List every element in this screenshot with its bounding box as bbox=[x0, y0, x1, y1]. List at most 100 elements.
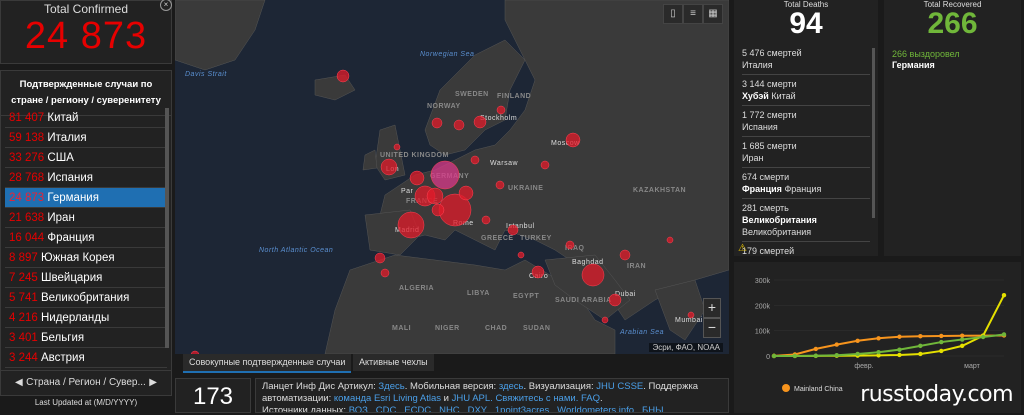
case-bubble[interactable] bbox=[431, 203, 445, 217]
country-row[interactable]: 7 245 Швейцария bbox=[5, 268, 167, 288]
case-bubble[interactable] bbox=[565, 240, 575, 250]
series-point bbox=[918, 351, 923, 357]
country-row[interactable]: 59 138 Италия bbox=[5, 128, 167, 148]
footer-label[interactable]: Страна / Регион / Сувер... bbox=[26, 377, 146, 388]
tab-cumulative[interactable]: Совокупные подтвержденные случаи bbox=[183, 354, 352, 373]
series-point bbox=[834, 342, 839, 347]
x-tick-label: март bbox=[964, 363, 980, 370]
case-bubble[interactable] bbox=[380, 158, 398, 176]
scrollbar[interactable] bbox=[165, 108, 169, 348]
info-link[interactable]: . Свяжитесь с нами bbox=[490, 393, 576, 404]
total-recovered-value: 266 bbox=[927, 7, 978, 40]
country-count: 28 768 bbox=[9, 172, 45, 184]
case-bubble[interactable] bbox=[409, 170, 425, 186]
recovered-country: Германия bbox=[892, 60, 935, 70]
case-bubble[interactable] bbox=[374, 252, 386, 264]
y-tick-label: 200k bbox=[755, 303, 771, 310]
next-arrow-icon[interactable]: ▶ bbox=[149, 371, 157, 395]
case-bubble[interactable] bbox=[581, 263, 605, 287]
iceland-landmass bbox=[314, 74, 356, 101]
prev-arrow-icon[interactable]: ◀ bbox=[15, 371, 23, 395]
series-point bbox=[918, 334, 923, 339]
country-count: 8 897 bbox=[9, 252, 38, 264]
case-bubble[interactable] bbox=[565, 132, 581, 148]
case-bubble[interactable] bbox=[458, 185, 474, 201]
case-bubble[interactable] bbox=[470, 155, 480, 165]
country-row[interactable]: 5 741 Великобритания bbox=[5, 288, 167, 308]
qr-icon[interactable]: ▦ bbox=[703, 4, 723, 24]
series-point bbox=[876, 336, 881, 341]
info-link[interactable]: Здесь bbox=[378, 381, 404, 392]
death-entry[interactable]: 5 476 смертей Италия bbox=[742, 44, 870, 75]
case-bubble[interactable] bbox=[495, 180, 505, 190]
series-point bbox=[855, 351, 860, 357]
case-bubble[interactable] bbox=[496, 105, 506, 115]
death-entry[interactable]: 1 685 смерти Иран bbox=[742, 137, 870, 168]
deaths-list: 5 476 смертей Италия 3 144 смерти Хубэй Кит… bbox=[734, 44, 878, 256]
death-entry[interactable]: 674 смерти Франция Франция bbox=[742, 168, 870, 199]
case-bubble[interactable] bbox=[430, 160, 460, 190]
info-text: . Визуализация: bbox=[523, 381, 594, 392]
country-row[interactable]: 21 638 Иран bbox=[5, 208, 167, 228]
info-link[interactable]: . FAQ bbox=[576, 393, 600, 404]
case-bubble[interactable] bbox=[426, 187, 444, 205]
list-icon[interactable]: ≡ bbox=[683, 4, 703, 24]
case-bubble[interactable] bbox=[336, 69, 350, 83]
info-text: и bbox=[443, 393, 449, 404]
case-bubble[interactable] bbox=[687, 311, 695, 319]
case-bubble[interactable] bbox=[666, 236, 674, 244]
country-label: NIGER bbox=[435, 325, 460, 332]
country-row[interactable]: 16 044 Франция bbox=[5, 228, 167, 248]
case-bubble[interactable] bbox=[397, 211, 425, 239]
bookmark-icon[interactable]: ▯ bbox=[663, 4, 683, 24]
series-point bbox=[876, 350, 881, 355]
case-bubble[interactable] bbox=[531, 265, 545, 279]
death-entry[interactable]: 1 772 смерти Испания bbox=[742, 106, 870, 137]
country-row[interactable]: 28 768 Испания bbox=[5, 168, 167, 188]
legend-label: Mainland China bbox=[794, 386, 843, 393]
case-bubble[interactable] bbox=[608, 293, 622, 307]
country-row[interactable]: 3 401 Бельгия bbox=[5, 328, 167, 348]
zoom-out-button[interactable]: − bbox=[703, 318, 721, 338]
country-row[interactable]: 33 276 США bbox=[5, 148, 167, 168]
zoom-in-button[interactable]: + bbox=[703, 298, 721, 318]
country-row[interactable]: 4 216 Нидерланды bbox=[5, 308, 167, 328]
case-bubble[interactable] bbox=[619, 249, 631, 261]
country-name: Германия bbox=[47, 192, 99, 204]
info-link[interactable]: команда Esri Living Atlas bbox=[334, 393, 441, 404]
sea-label: Norwegian Sea bbox=[420, 51, 474, 58]
series-point bbox=[897, 334, 902, 339]
last-updated: Last Updated at (M/D/YYYY) bbox=[0, 398, 172, 413]
info-link[interactable]: ВОЗ , CDC , ECDC , NHC , DXY , 1point3ac… bbox=[349, 405, 664, 412]
case-bubble[interactable] bbox=[507, 224, 519, 236]
scrollbar[interactable] bbox=[872, 48, 875, 218]
country-count: 16 044 bbox=[9, 232, 45, 244]
death-entry[interactable]: 281 смерть Великобритания Великобритания bbox=[742, 199, 870, 242]
case-bubble[interactable] bbox=[393, 143, 401, 151]
case-bubble[interactable] bbox=[601, 316, 609, 324]
greenland-landmass bbox=[175, 0, 266, 71]
info-link[interactable]: здесь bbox=[499, 381, 524, 392]
case-bubble[interactable] bbox=[481, 215, 491, 225]
country-row[interactable]: 81 407 Китай bbox=[5, 108, 167, 128]
case-bubble[interactable] bbox=[517, 251, 525, 259]
case-bubble[interactable] bbox=[431, 117, 443, 129]
country-row[interactable]: 8 897 Южная Корея bbox=[5, 248, 167, 268]
series-line bbox=[773, 294, 1005, 357]
country-count: 59 138 bbox=[9, 132, 45, 144]
death-entry[interactable]: 179 смертей bbox=[742, 242, 870, 256]
country-label: KAZAKHSTAN bbox=[633, 187, 686, 194]
info-link[interactable]: JHU APL bbox=[452, 393, 491, 404]
series-point bbox=[1001, 293, 1007, 298]
country-row[interactable]: 3 244 Австрия bbox=[5, 348, 167, 368]
info-link[interactable]: JHU CSSE bbox=[596, 381, 643, 392]
country-row[interactable]: 24 873 Германия bbox=[5, 188, 167, 208]
case-bubble[interactable] bbox=[453, 119, 465, 131]
case-bubble[interactable] bbox=[540, 160, 550, 170]
case-bubble[interactable] bbox=[380, 268, 390, 278]
case-bubble[interactable] bbox=[473, 115, 487, 129]
sea-label: Davis Strait bbox=[185, 71, 227, 78]
tab-active[interactable]: Активные чехлы bbox=[353, 354, 434, 371]
death-entry[interactable]: 3 144 смерти Хубэй Китай bbox=[742, 75, 870, 106]
world-map[interactable]: Norwegian Sea Davis Strait North Atlanti… bbox=[175, 0, 729, 354]
